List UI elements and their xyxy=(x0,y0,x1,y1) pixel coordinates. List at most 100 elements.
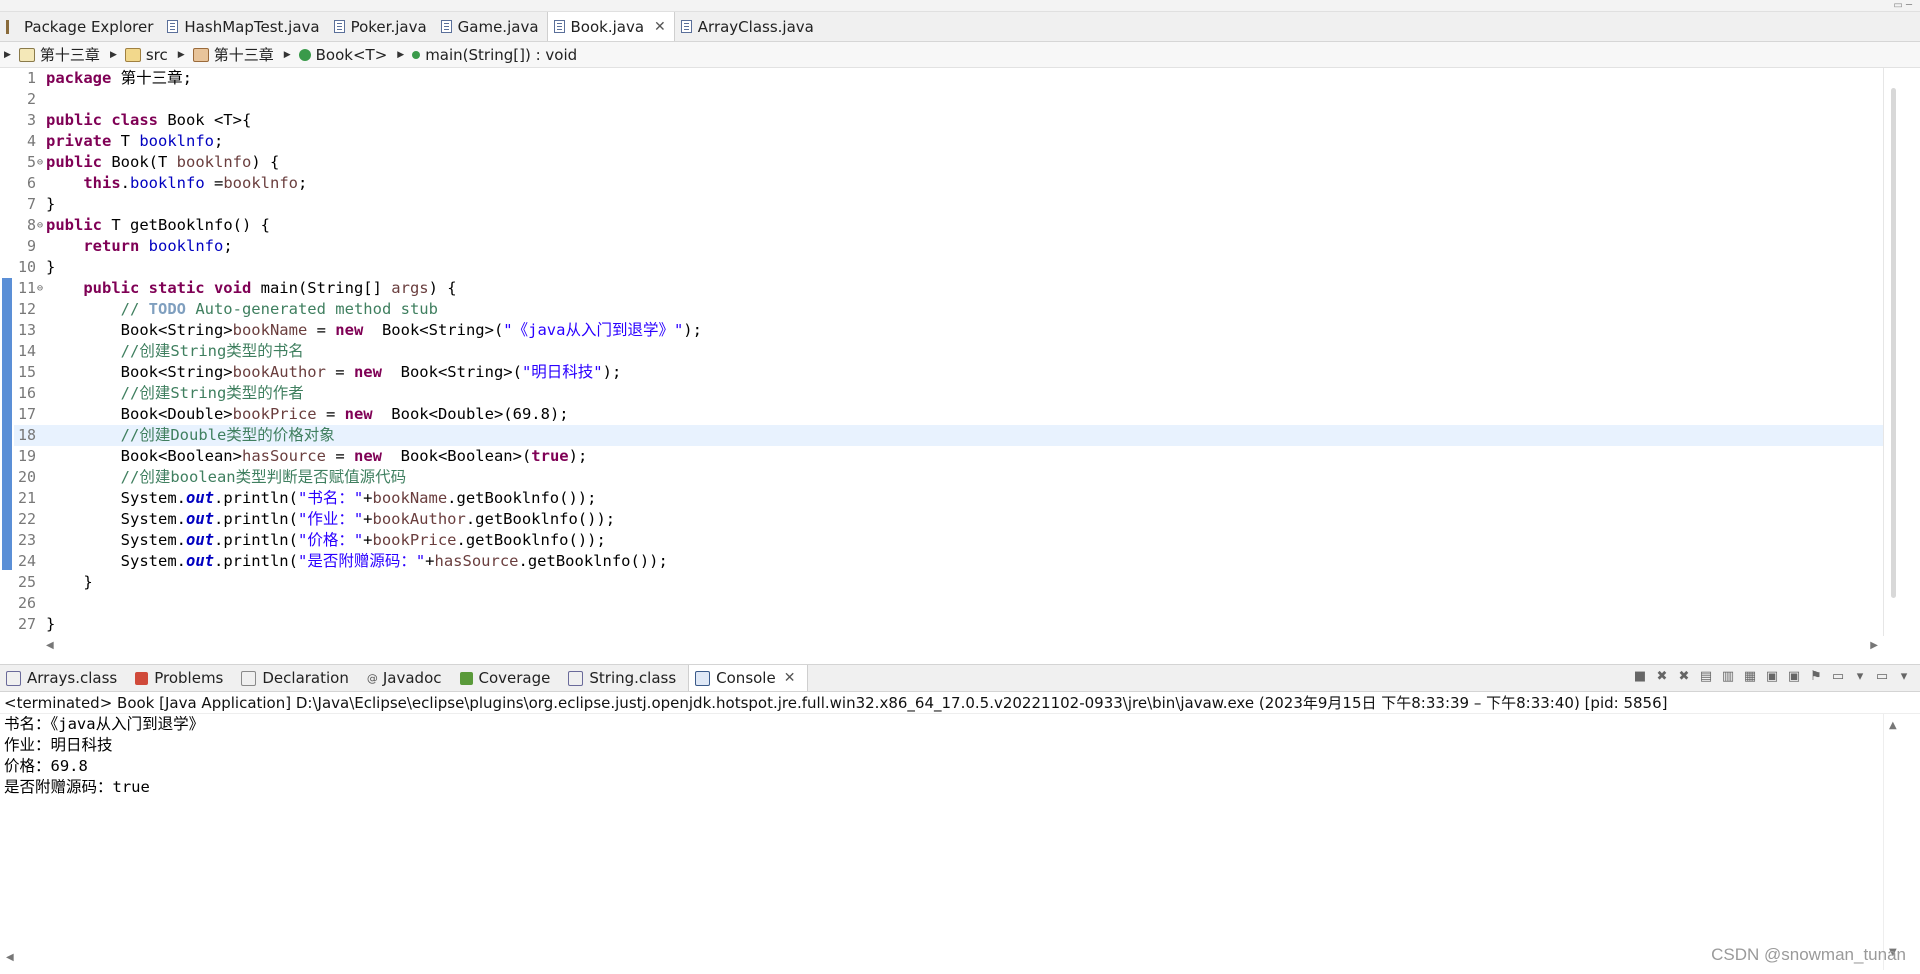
line-number: 24 xyxy=(17,552,36,570)
chevron-right-icon[interactable]: ▶ xyxy=(284,50,291,60)
code-line: 1 package 第十三章; xyxy=(14,68,1884,89)
close-icon[interactable]: ✕ xyxy=(784,670,796,686)
change-ruler xyxy=(0,68,14,636)
chevron-right-icon[interactable]: ▶ xyxy=(178,50,185,60)
code-line: 11 ⊖ public static void main(String[] arg… xyxy=(14,278,1884,299)
chevron-right-icon[interactable]: ▶ xyxy=(4,50,11,60)
code-line-current: 18 //创建Double类型的价格对象 xyxy=(14,425,1884,446)
chevron-right-icon[interactable]: ▶ xyxy=(110,50,117,60)
line-number: 6 xyxy=(26,174,36,192)
line-number: 8 xyxy=(26,216,36,234)
scroll-up-icon[interactable]: ▲ xyxy=(1889,720,1897,731)
scroll-left-icon[interactable]: ◀ xyxy=(46,640,54,651)
editor-horizontal-scrollbar[interactable]: ◀ ▶ xyxy=(42,640,1882,656)
terminate-icon[interactable]: ■ xyxy=(1632,669,1648,685)
scroll-lock-icon[interactable]: ▥ xyxy=(1720,669,1736,685)
fold-icon[interactable]: ⊖ xyxy=(37,278,43,299)
line-number: 11 xyxy=(17,279,36,297)
chevron-down-icon[interactable]: ▾ xyxy=(1896,669,1912,685)
line-number: 23 xyxy=(17,531,36,549)
fold-icon[interactable]: ⊖ xyxy=(37,152,43,173)
code-line: 10} xyxy=(14,257,1884,278)
scroll-right-icon[interactable]: ▶ xyxy=(1870,640,1878,651)
editor-vertical-scrollbar[interactable] xyxy=(1883,68,1904,636)
code-line: 16 //创建String类型的作者 xyxy=(14,383,1884,404)
clear-console-icon[interactable]: ▤ xyxy=(1698,669,1714,685)
tab-arrayclass-java[interactable]: ArrayClass.java xyxy=(675,12,822,41)
word-wrap-icon[interactable]: ▦ xyxy=(1742,669,1758,685)
window-top-strip: ▭ ─ xyxy=(0,0,1920,12)
code-line: 5 ⊖ public Book(T booklnfo) { xyxy=(14,152,1884,173)
chevron-down-icon[interactable]: ▾ xyxy=(1852,669,1868,685)
code-line: 6 this.booklnfo =booklnfo; xyxy=(14,173,1884,194)
code-lines[interactable]: 1 package 第十三章; 2 3 public class Book <T>{… xyxy=(14,68,1884,635)
tab-book-java[interactable]: Book.java ✕ xyxy=(546,12,675,41)
tab-string-class[interactable]: String.class xyxy=(562,665,688,691)
close-icon[interactable]: ✕ xyxy=(654,19,666,35)
tab-label: Javadoc xyxy=(382,669,442,687)
class-icon xyxy=(298,48,311,61)
breadcrumb-label: Book<T> xyxy=(315,45,388,64)
code-line: 23 System.out.println("价格："+bookPrice.ge… xyxy=(14,530,1884,551)
line-number: 13 xyxy=(17,321,36,339)
code-line: 19 Book<Boolean>hasSource = new Book<Boo… xyxy=(14,446,1884,467)
line-number: 7 xyxy=(26,195,36,213)
line-number: 1 xyxy=(26,69,36,87)
chevron-right-icon[interactable]: ▶ xyxy=(397,50,404,60)
tab-arrays-class[interactable]: Arrays.class xyxy=(0,665,129,691)
breadcrumb-package[interactable]: 第十三章 xyxy=(192,44,274,65)
tab-label: Book.java xyxy=(570,17,645,36)
line-number: 26 xyxy=(17,594,36,612)
remove-launch-icon[interactable]: ✖ xyxy=(1654,669,1670,685)
tab-poker-java[interactable]: Poker.java xyxy=(328,12,435,41)
tab-hashmaptest-java[interactable]: HashMapTest.java xyxy=(161,12,327,41)
line-number: 5 xyxy=(26,153,36,171)
code-line: 20 //创建boolean类型判断是否赋值源代码 xyxy=(14,467,1884,488)
coverage-icon xyxy=(459,671,473,685)
breadcrumb-src[interactable]: src xyxy=(124,45,168,64)
show-on-output-icon[interactable]: ▣ xyxy=(1764,669,1780,685)
open-console-icon[interactable]: ▭ xyxy=(1874,669,1890,685)
scrollbar-thumb[interactable] xyxy=(1891,88,1896,598)
line-number: 18 xyxy=(17,426,36,444)
console-line: 作业：明日科技 xyxy=(4,736,113,754)
tab-declaration[interactable]: Declaration xyxy=(235,665,360,691)
java-file-icon xyxy=(680,20,692,33)
line-number: 25 xyxy=(17,573,36,591)
display-console-icon[interactable]: ▭ xyxy=(1830,669,1846,685)
tab-coverage[interactable]: Coverage xyxy=(454,665,563,691)
tab-label: HashMapTest.java xyxy=(184,17,320,36)
console-header: <terminated> Book [Java Application] D:\… xyxy=(0,692,1920,714)
line-number: 21 xyxy=(17,489,36,507)
tab-game-java[interactable]: Game.java xyxy=(435,12,547,41)
code-line: 15 Book<String>bookAuthor = new Book<Str… xyxy=(14,362,1884,383)
console-horizontal-scrollbar[interactable]: ◀ xyxy=(0,952,1904,968)
tab-label: Game.java xyxy=(457,17,539,36)
pin-console-icon[interactable]: ⚑ xyxy=(1808,669,1824,685)
breadcrumb-project[interactable]: 第十三章 xyxy=(18,44,100,65)
tab-console[interactable]: Console ✕ xyxy=(688,665,809,691)
scroll-left-icon[interactable]: ◀ xyxy=(6,952,14,963)
minimize-maximize-icon[interactable]: ▭ ─ xyxy=(1893,0,1912,11)
tab-javadoc[interactable]: @ Javadoc xyxy=(361,665,454,691)
remove-all-launches-icon[interactable]: ✖ xyxy=(1676,669,1692,685)
code-editor[interactable]: 1 package 第十三章; 2 3 public class Book <T>{… xyxy=(0,68,1904,651)
tab-label: Console xyxy=(716,669,776,687)
fold-icon[interactable]: ⊖ xyxy=(37,215,43,236)
line-number: 9 xyxy=(26,237,36,255)
line-number: 3 xyxy=(26,111,36,129)
breadcrumb-label: src xyxy=(145,45,168,64)
console-vertical-scrollbar[interactable]: ▲ ▼ xyxy=(1883,714,1904,970)
code-line: 24 System.out.println("是否附赠源码："+hasSourc… xyxy=(14,551,1884,572)
console-output[interactable]: 书名：《java从入门到退学》 作业：明日科技 价格：69.8 是否附赠源码：t… xyxy=(0,714,1904,970)
tab-package-explorer[interactable]: Package Explorer xyxy=(0,12,161,41)
code-line: 7} xyxy=(14,194,1884,215)
tab-label: Poker.java xyxy=(350,17,427,36)
show-on-error-icon[interactable]: ▣ xyxy=(1786,669,1802,685)
breadcrumb-class[interactable]: Book<T> xyxy=(298,45,388,64)
console-line: 价格：69.8 xyxy=(4,757,88,775)
line-number: 22 xyxy=(17,510,36,528)
breadcrumb-method[interactable]: main(String[]) : void xyxy=(412,46,577,64)
package-explorer-icon xyxy=(6,19,18,34)
tab-problems[interactable]: Problems xyxy=(129,665,235,691)
